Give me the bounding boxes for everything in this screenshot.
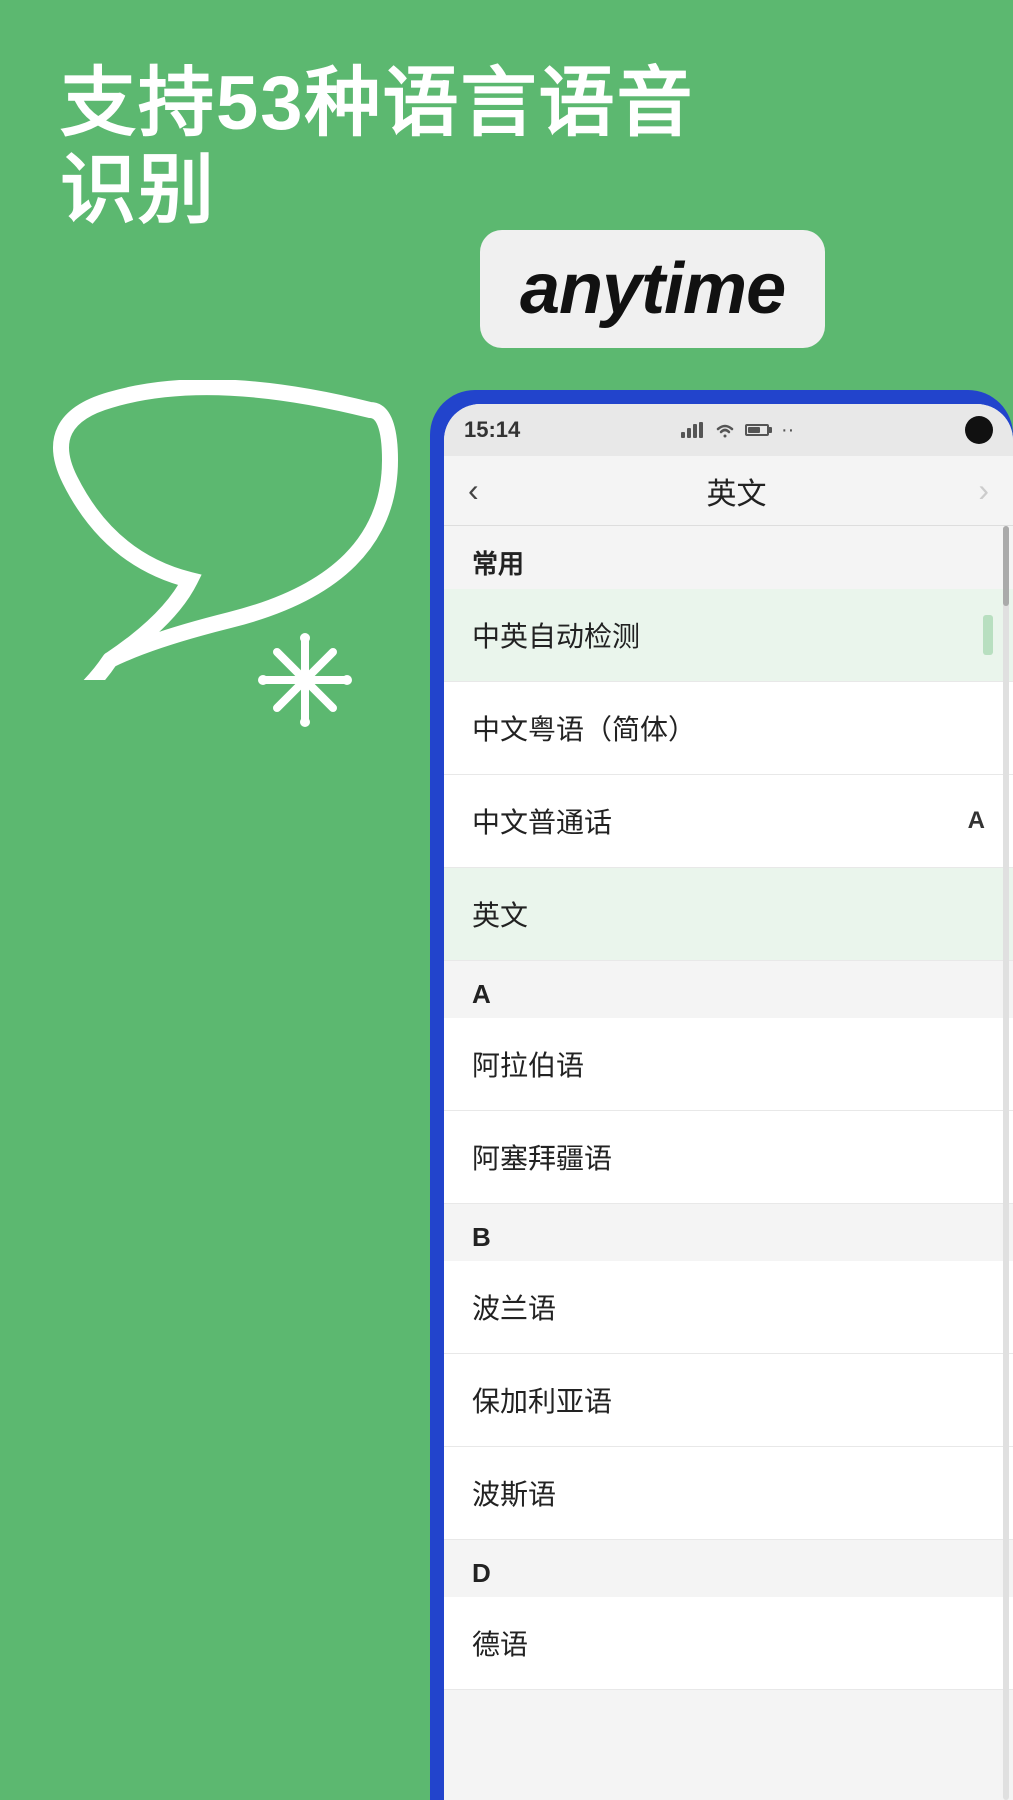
selected-badge-auto: [983, 615, 993, 655]
battery-icon: [745, 424, 769, 436]
list-item-bulgarian[interactable]: 保加利亚语: [444, 1354, 1013, 1447]
more-icon: ··: [781, 419, 794, 442]
item-label-mandarin: 中文普通话: [472, 801, 612, 841]
list-item-german[interactable]: 德语: [444, 1597, 1013, 1690]
list-item-polish[interactable]: 波兰语: [444, 1261, 1013, 1354]
list-item-mandarin[interactable]: 中文普通话 A: [444, 775, 1013, 868]
list-item-auto-detect[interactable]: 中英自动检测: [444, 589, 1013, 682]
status-bar: 15:14 ··: [444, 404, 1013, 456]
language-list: 常用 中英自动检测 中文粤语（简体） 中文普通话 A 英文 A 阿拉伯语: [444, 526, 1013, 1690]
status-time: 15:14: [464, 417, 520, 443]
signal-icon: [681, 422, 703, 438]
wifi-icon: [715, 422, 735, 438]
phone-mockup: 15:14 ··: [430, 390, 1013, 1800]
section-header-a: A: [444, 961, 1013, 1018]
snowflake-decoration: [255, 630, 355, 730]
list-item-english[interactable]: 英文: [444, 868, 1013, 961]
list-item-cantonese[interactable]: 中文粤语（简体）: [444, 682, 1013, 775]
item-label-german: 德语: [472, 1623, 528, 1663]
header-title: 支持53种语言语音识别: [60, 60, 953, 235]
item-label-bulgarian: 保加利亚语: [472, 1380, 612, 1420]
section-header-d: D: [444, 1540, 1013, 1597]
item-label-english: 英文: [472, 894, 528, 934]
status-icons: ··: [681, 419, 794, 442]
anytime-badge: anytime: [480, 230, 825, 348]
list-item-arabic[interactable]: 阿拉伯语: [444, 1018, 1013, 1111]
item-label-auto: 中英自动检测: [472, 615, 640, 655]
front-camera: [965, 416, 993, 444]
list-item-persian[interactable]: 波斯语: [444, 1447, 1013, 1540]
section-header-common: 常用: [444, 526, 1013, 589]
forward-button[interactable]: ›: [978, 472, 989, 509]
back-button[interactable]: ‹: [468, 472, 479, 509]
item-label-azerbaijani: 阿塞拜疆语: [472, 1137, 612, 1177]
section-header-b: B: [444, 1204, 1013, 1261]
nav-title: 英文: [495, 469, 979, 513]
item-label-persian: 波斯语: [472, 1473, 556, 1513]
scrollbar-track: [1003, 526, 1009, 1800]
item-label-arabic: 阿拉伯语: [472, 1044, 584, 1084]
mandarin-badge: A: [968, 807, 985, 835]
anytime-label: anytime: [520, 248, 785, 330]
title-number: 53: [216, 61, 305, 146]
title-part1: 支持: [60, 61, 216, 146]
phone-screen: 15:14 ··: [444, 404, 1013, 1800]
title-part3: 识别: [60, 148, 216, 233]
list-item-azerbaijani[interactable]: 阿塞拜疆语: [444, 1111, 1013, 1204]
scrollbar-thumb[interactable]: [1003, 526, 1009, 606]
title-part2: 种语言语音: [305, 61, 695, 146]
item-label-cantonese: 中文粤语（简体）: [472, 708, 696, 748]
nav-bar: ‹ 英文 ›: [444, 456, 1013, 526]
item-label-polish: 波兰语: [472, 1287, 556, 1327]
